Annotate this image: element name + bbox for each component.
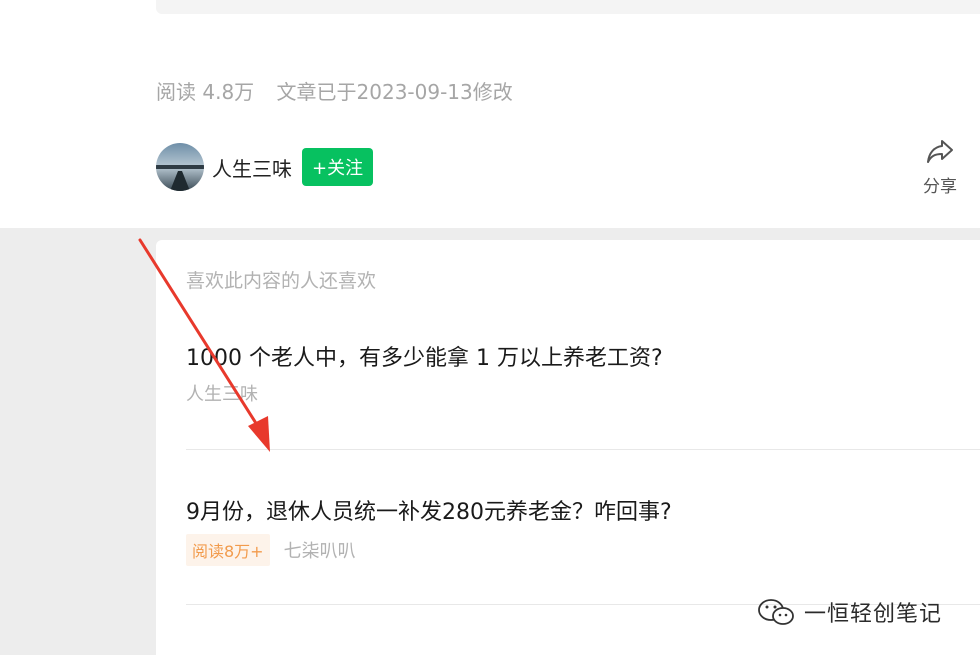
recommend-item-title[interactable]: 9月份，退休人员统一补发280元养老金？咋回事? (186, 494, 980, 526)
divider (186, 449, 980, 450)
watermark: 一恒轻创笔记 (756, 596, 942, 628)
watermark-text: 一恒轻创笔记 (804, 602, 943, 627)
recommend-item-author: 人生三味 (186, 384, 258, 405)
article-meta: 阅读 4.8万 文章已于2023-09-13修改 (156, 76, 529, 105)
author-row: 人生三味 +关注 (156, 142, 374, 192)
share-button[interactable]: 分享 (916, 138, 964, 197)
read-badge: 阅读8万+ (186, 534, 270, 566)
share-icon (927, 140, 953, 163)
recommend-item[interactable]: 1000 个老人中，有多少能拿 1 万以上养老工资? 人生三味 (186, 340, 980, 406)
modified-date: 文章已于2023-09-13修改 (276, 80, 513, 104)
author-avatar[interactable] (156, 143, 204, 191)
recommend-card: 喜欢此内容的人还喜欢 1000 个老人中，有多少能拿 1 万以上养老工资? 人生… (156, 240, 980, 655)
recommend-item-title[interactable]: 1000 个老人中，有多少能拿 1 万以上养老工资? (186, 340, 980, 372)
recommend-heading: 喜欢此内容的人还喜欢 (186, 270, 377, 292)
author-name[interactable]: 人生三味 (212, 153, 292, 182)
wechat-icon (758, 599, 794, 625)
read-count: 阅读 4.8万 (156, 80, 255, 104)
share-label: 分享 (923, 177, 957, 197)
article-footer: 阅读 4.8万 文章已于2023-09-13修改 人生三味 +关注 分享 (0, 0, 980, 228)
previous-card-edge (156, 0, 980, 14)
recommend-item[interactable]: 9月份，退休人员统一补发280元养老金？咋回事? 阅读8万+ 七柒叭叭 (186, 494, 980, 566)
follow-button[interactable]: +关注 (302, 148, 374, 186)
recommend-item-author: 七柒叭叭 (283, 541, 356, 562)
